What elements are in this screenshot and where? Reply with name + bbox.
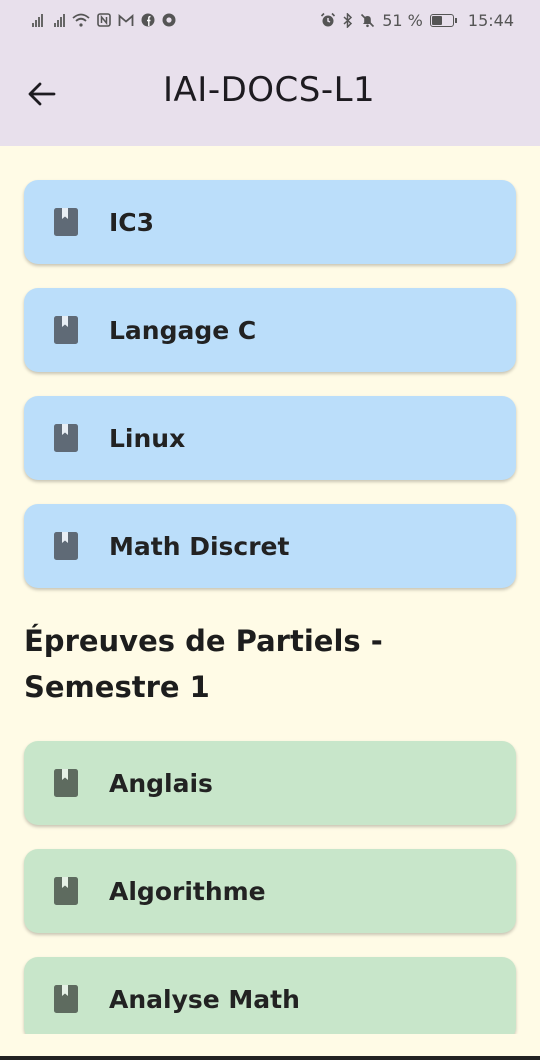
course-label: IC3 bbox=[109, 207, 155, 237]
back-button[interactable] bbox=[22, 74, 62, 114]
mute-icon bbox=[361, 13, 375, 27]
signal-icon bbox=[32, 13, 43, 27]
exam-label: Algorithme bbox=[109, 876, 266, 906]
course-label: Langage C bbox=[109, 315, 257, 345]
signal-icon bbox=[54, 13, 65, 27]
status-left-icons bbox=[32, 13, 176, 27]
course-card-math-discret[interactable]: Math Discret bbox=[24, 504, 516, 588]
gmail-icon bbox=[118, 13, 134, 26]
exam-card-anglais[interactable]: Anglais bbox=[24, 741, 516, 825]
bottom-edge bbox=[0, 1056, 540, 1060]
book-icon bbox=[54, 208, 78, 236]
exam-label: Anglais bbox=[109, 768, 213, 798]
book-icon bbox=[54, 877, 78, 905]
book-icon bbox=[54, 316, 78, 344]
course-card-linux[interactable]: Linux bbox=[24, 396, 516, 480]
course-label: Math Discret bbox=[109, 531, 290, 561]
back-arrow-icon bbox=[28, 82, 56, 106]
clock: 15:44 bbox=[467, 10, 514, 30]
book-icon bbox=[54, 424, 78, 452]
course-card-langage-c[interactable]: Langage C bbox=[24, 288, 516, 372]
wifi-icon bbox=[72, 13, 90, 27]
exam-card-algorithme[interactable]: Algorithme bbox=[24, 849, 516, 933]
status-bar: 51 % 15:44 bbox=[0, 0, 540, 40]
course-label: Linux bbox=[109, 423, 186, 453]
page-title: IAI-DOCS-L1 bbox=[163, 70, 376, 110]
course-card-ic3[interactable]: IC3 bbox=[24, 180, 516, 264]
book-icon bbox=[54, 532, 78, 560]
book-icon bbox=[54, 769, 78, 797]
facebook-icon bbox=[141, 13, 155, 27]
status-right-icons: 51 % 15:44 bbox=[320, 11, 514, 30]
app-bar: IAI-DOCS-L1 bbox=[0, 40, 540, 146]
bluetooth-icon bbox=[343, 12, 353, 28]
battery-icon bbox=[429, 13, 457, 27]
exam-label: Analyse Math bbox=[109, 984, 300, 1014]
chrome-icon bbox=[162, 13, 176, 27]
section-title-exams: Épreuves de Partiels - Semestre 1 bbox=[24, 624, 383, 704]
exam-card-analyse-math[interactable]: Analyse Math bbox=[24, 957, 516, 1034]
battery-percent: 51 % bbox=[382, 10, 423, 30]
book-icon bbox=[54, 985, 78, 1013]
nfc-icon bbox=[97, 13, 111, 27]
document-list: IC3 Langage C Linux Math Discret Épreuve… bbox=[0, 146, 540, 1034]
alarm-icon bbox=[321, 12, 336, 27]
